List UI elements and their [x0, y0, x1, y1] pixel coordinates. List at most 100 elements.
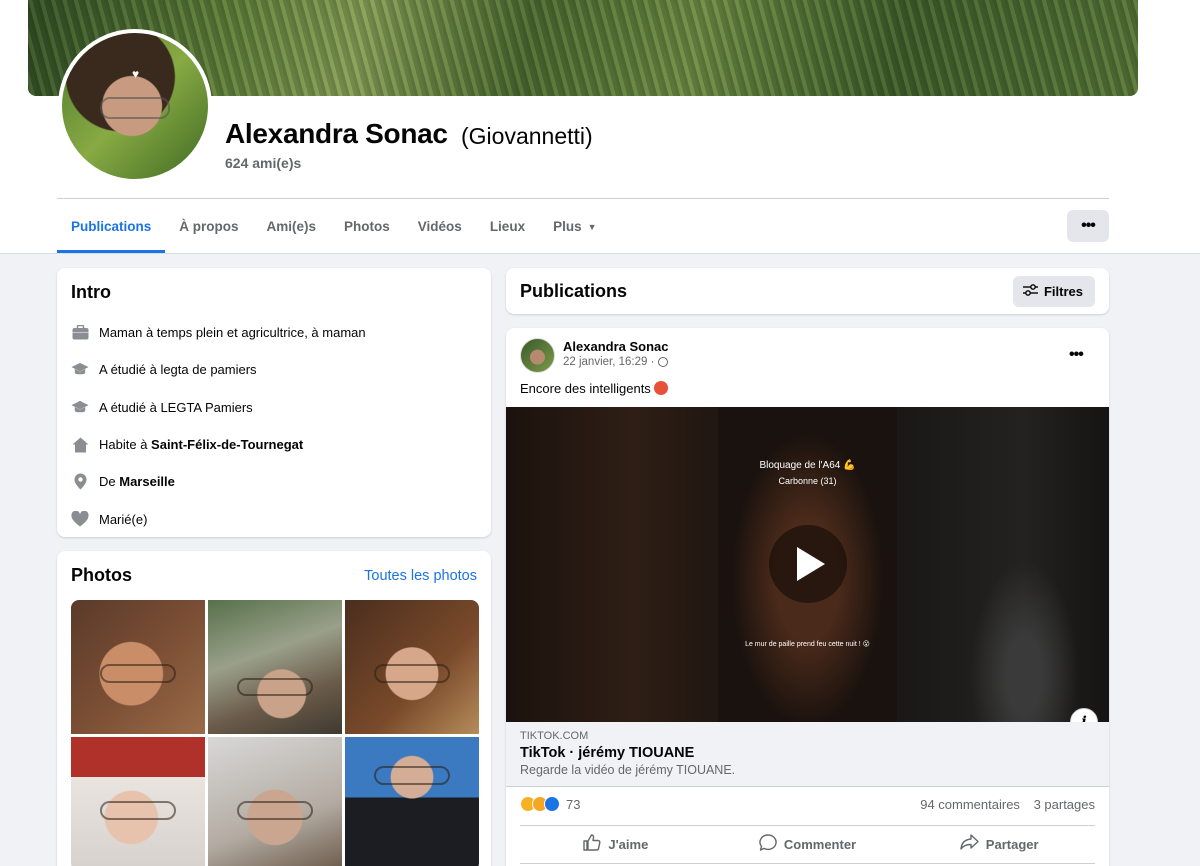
share-arrow-icon: [960, 834, 979, 855]
reaction-summary[interactable]: 73: [520, 796, 580, 812]
location-pin-icon: [71, 473, 89, 491]
intro-item-text: Maman à temps plein et agricultrice, à m…: [99, 325, 366, 341]
video-player[interactable]: Bloquage de l'A64 💪 Carbonne (31) Le mur…: [506, 407, 1109, 722]
comment-button[interactable]: Commenter: [712, 827, 904, 862]
intro-item-education: A étudié à legta de pamiers: [71, 351, 477, 388]
photo-detail: [237, 677, 313, 697]
link-domain: TIKTOK.COM: [520, 730, 589, 742]
intro-item-lives-in: Habite à Saint-Félix-de-Tournegat: [71, 426, 477, 463]
reactions-bar: 73 94 commentaires 3 partages: [520, 796, 1095, 812]
tab-label: Publications: [71, 219, 152, 234]
intro-item-from: De Marseille: [71, 463, 477, 500]
tab-friends[interactable]: Ami(e)s: [253, 200, 331, 253]
intro-item-place-link[interactable]: Saint-Félix-de-Tournegat: [151, 437, 303, 452]
link-description: Regarde la vidéo de jérémy TIOUANE.: [520, 763, 736, 777]
sliders-icon: [1022, 283, 1038, 299]
reaction-count: 73: [566, 796, 581, 812]
photo-thumbnail[interactable]: [208, 600, 342, 734]
photo-thumbnail[interactable]: [71, 737, 205, 866]
like-button[interactable]: J'aime: [520, 827, 712, 862]
photo-thumbnail[interactable]: [71, 600, 205, 734]
graduation-cap-icon: [71, 398, 89, 416]
video-caption: Carbonne (31): [778, 476, 837, 486]
post-date[interactable]: 22 janvier, 16:29 ·: [563, 356, 654, 368]
video-caption: Bloquage de l'A64 💪: [759, 460, 856, 471]
profile-header: ♥ Alexandra Sonac (Giovannetti) 624 ami(…: [0, 0, 1200, 254]
link-preview[interactable]: TIKTOK.COM TikTok · jérémy TIOUANE Regar…: [506, 722, 1109, 787]
photo-detail: [100, 801, 176, 821]
photo-detail: [100, 664, 176, 684]
post-author-avatar[interactable]: [520, 338, 555, 373]
tab-places[interactable]: Lieux: [476, 200, 539, 253]
photo-grid: [71, 600, 479, 866]
intro-item-text: A étudié à legta de pamiers: [99, 362, 257, 378]
like-reaction-icon: [544, 796, 560, 812]
comments-count[interactable]: 94 commentaires: [920, 797, 1020, 812]
comment-label: Commenter: [783, 837, 857, 852]
graduation-cap-icon: [71, 361, 89, 379]
actions-divider: [520, 825, 1095, 826]
post-card: Alexandra Sonac 22 janvier, 16:29 · ••• …: [506, 328, 1109, 866]
tab-label: Vidéos: [417, 219, 462, 234]
angry-emoji-icon: [653, 381, 668, 395]
tab-videos[interactable]: Vidéos: [404, 200, 476, 253]
photo-thumbnail[interactable]: [345, 737, 479, 866]
shares-count[interactable]: 3 partages: [1034, 797, 1095, 812]
post-actions: J'aime Commenter Partager: [520, 827, 1095, 862]
intro-title: Intro: [71, 282, 111, 302]
post-text-content: Encore des intelligents: [520, 381, 651, 396]
publications-header: Publications Filtres: [506, 268, 1109, 314]
photos-card: Photos Toutes les photos: [57, 551, 491, 866]
photo-thumbnail[interactable]: [208, 737, 342, 866]
profile-avatar[interactable]: ♥: [58, 29, 212, 183]
avatar-glasses-detail: [100, 97, 170, 119]
tab-photos[interactable]: Photos: [330, 200, 404, 253]
globe-icon: [658, 357, 669, 367]
video-blur-right: [897, 407, 1109, 722]
play-icon[interactable]: [769, 525, 847, 603]
tab-label: Lieux: [489, 219, 526, 234]
heart-icon: ♥: [132, 67, 140, 81]
profile-more-button[interactable]: •••: [1067, 210, 1109, 242]
caret-down-icon: ▼: [587, 221, 597, 232]
tab-label: À propos: [179, 219, 239, 234]
thumbs-up-icon: [583, 833, 601, 856]
link-title: TikTok · jérémy TIOUANE: [520, 745, 695, 761]
intro-item-prefix: Habite à: [99, 437, 152, 453]
like-label: J'aime: [608, 837, 649, 852]
intro-item-text: Habite à Saint-Félix-de-Tournegat: [99, 437, 303, 452]
post-options-button[interactable]: •••: [1069, 346, 1084, 364]
intro-item-education: A étudié à LEGTA Pamiers: [71, 389, 477, 426]
photo-thumbnail[interactable]: [345, 600, 479, 734]
tab-about[interactable]: À propos: [165, 200, 252, 253]
comment-bubble-icon: [759, 833, 777, 856]
intro-item-place-link[interactable]: Marseille: [119, 474, 175, 489]
intro-card: Intro Maman à temps plein et agricultric…: [57, 268, 491, 537]
friends-count[interactable]: 624 ami(e)s: [225, 155, 301, 171]
profile-alternate-name: (Giovannetti): [461, 123, 593, 149]
photo-detail: [237, 801, 313, 821]
filters-button[interactable]: Filtres: [1012, 275, 1095, 307]
see-all-photos-link[interactable]: Toutes les photos: [364, 568, 477, 584]
tab-publications[interactable]: Publications: [57, 200, 166, 253]
intro-item-prefix: De: [99, 474, 120, 490]
post-author-name[interactable]: Alexandra Sonac: [563, 339, 669, 354]
post-stats: 94 commentaires 3 partages: [920, 797, 1095, 812]
video-blur-left: [506, 407, 718, 722]
filters-label: Filtres: [1043, 283, 1083, 299]
post-meta: 22 janvier, 16:29 ·: [563, 356, 669, 368]
actions-divider: [520, 863, 1095, 864]
tab-more[interactable]: Plus ▼: [539, 200, 610, 253]
photos-title: Photos: [71, 565, 132, 585]
intro-item-text: De Marseille: [99, 474, 175, 489]
share-button[interactable]: Partager: [903, 827, 1095, 862]
profile-name: Alexandra Sonac: [225, 118, 448, 149]
publications-title: Publications: [520, 280, 628, 301]
share-label: Partager: [985, 837, 1039, 852]
intro-item-relationship: Marié(e): [71, 500, 477, 537]
home-icon: [71, 436, 89, 454]
intro-item-text: A étudié à LEGTA Pamiers: [99, 399, 253, 415]
tab-label: Photos: [344, 219, 390, 234]
intro-item-text: Marié(e): [99, 511, 148, 527]
post-text: Encore des intelligents: [520, 381, 668, 396]
